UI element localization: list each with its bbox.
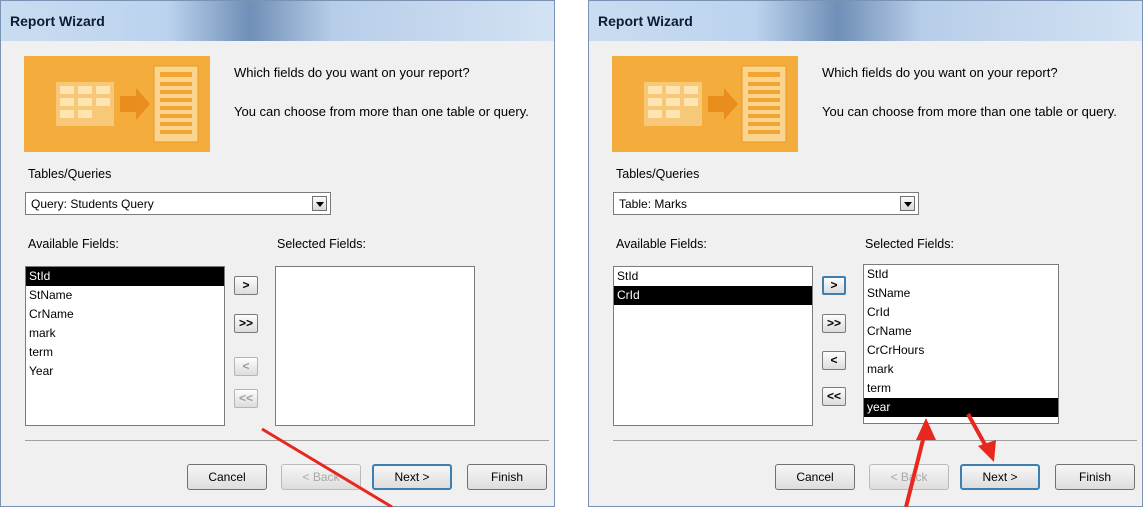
title-bar: Report Wizard bbox=[589, 1, 1142, 41]
tables-queries-label: Tables/Queries bbox=[616, 167, 700, 181]
cancel-button[interactable]: Cancel bbox=[187, 464, 267, 490]
list-item[interactable]: Year bbox=[26, 362, 224, 381]
next-button[interactable]: Next > bbox=[372, 464, 452, 490]
divider bbox=[25, 440, 549, 441]
list-item[interactable]: year bbox=[864, 398, 1058, 417]
report-wizard-dialog-right: Report Wizard Which fields do you want o… bbox=[588, 0, 1143, 507]
remove-one-button[interactable]: < bbox=[234, 357, 258, 376]
remove-all-button[interactable]: << bbox=[822, 387, 846, 406]
prompt-text: Which fields do you want on your report? bbox=[822, 65, 1058, 80]
list-item[interactable]: StId bbox=[26, 267, 224, 286]
list-item[interactable]: CrId bbox=[614, 286, 812, 305]
back-button[interactable]: < Back bbox=[281, 464, 361, 490]
combo-value: Table: Marks bbox=[619, 197, 688, 211]
wizard-illustration-icon bbox=[612, 56, 798, 152]
list-item[interactable]: CrName bbox=[864, 322, 1058, 341]
selected-fields-list[interactable]: StId StName CrId CrName CrCrHours mark term yea… bbox=[863, 264, 1059, 424]
selected-fields-label: Selected Fields: bbox=[277, 237, 366, 251]
window-title: Report Wizard bbox=[10, 13, 105, 29]
list-item[interactable]: StName bbox=[26, 286, 224, 305]
list-item[interactable]: StId bbox=[614, 267, 812, 286]
prompt-subtext: You can choose from more than one table … bbox=[234, 104, 529, 119]
list-item[interactable]: mark bbox=[26, 324, 224, 343]
list-item[interactable]: CrId bbox=[864, 303, 1058, 322]
list-item[interactable]: term bbox=[864, 379, 1058, 398]
next-button[interactable]: Next > bbox=[960, 464, 1040, 490]
move-one-button[interactable]: > bbox=[822, 276, 846, 295]
list-item[interactable]: CrCrHours bbox=[864, 341, 1058, 360]
window-title: Report Wizard bbox=[598, 13, 693, 29]
finish-button[interactable]: Finish bbox=[1055, 464, 1135, 490]
tables-queries-label: Tables/Queries bbox=[28, 167, 112, 181]
available-fields-list[interactable]: StId StName CrName mark term Year bbox=[25, 266, 225, 426]
remove-one-button[interactable]: < bbox=[822, 351, 846, 370]
selected-fields-label: Selected Fields: bbox=[865, 237, 954, 251]
report-wizard-dialog-left: Report Wizard Which fields do you want o… bbox=[0, 0, 555, 507]
prompt-subtext: You can choose from more than one table … bbox=[822, 104, 1117, 119]
available-fields-list[interactable]: StId CrId bbox=[613, 266, 813, 426]
list-item[interactable]: mark bbox=[864, 360, 1058, 379]
cancel-button[interactable]: Cancel bbox=[775, 464, 855, 490]
selected-fields-list[interactable] bbox=[275, 266, 475, 426]
chevron-down-icon[interactable] bbox=[900, 196, 915, 211]
move-one-button[interactable]: > bbox=[234, 276, 258, 295]
available-fields-label: Available Fields: bbox=[616, 237, 707, 251]
list-item[interactable]: CrName bbox=[26, 305, 224, 324]
remove-all-button[interactable]: << bbox=[234, 389, 258, 408]
chevron-down-icon[interactable] bbox=[312, 196, 327, 211]
available-fields-label: Available Fields: bbox=[28, 237, 119, 251]
prompt-text: Which fields do you want on your report? bbox=[234, 65, 470, 80]
list-item[interactable]: StName bbox=[864, 284, 1058, 303]
divider bbox=[613, 440, 1137, 441]
move-all-button[interactable]: >> bbox=[234, 314, 258, 333]
list-item[interactable]: term bbox=[26, 343, 224, 362]
wizard-illustration-icon bbox=[24, 56, 210, 152]
finish-button[interactable]: Finish bbox=[467, 464, 547, 490]
tables-queries-combo[interactable]: Table: Marks bbox=[613, 192, 919, 215]
title-bar: Report Wizard bbox=[1, 1, 554, 41]
list-item[interactable]: StId bbox=[864, 265, 1058, 284]
move-all-button[interactable]: >> bbox=[822, 314, 846, 333]
tables-queries-combo[interactable]: Query: Students Query bbox=[25, 192, 331, 215]
back-button[interactable]: < Back bbox=[869, 464, 949, 490]
combo-value: Query: Students Query bbox=[31, 197, 154, 211]
